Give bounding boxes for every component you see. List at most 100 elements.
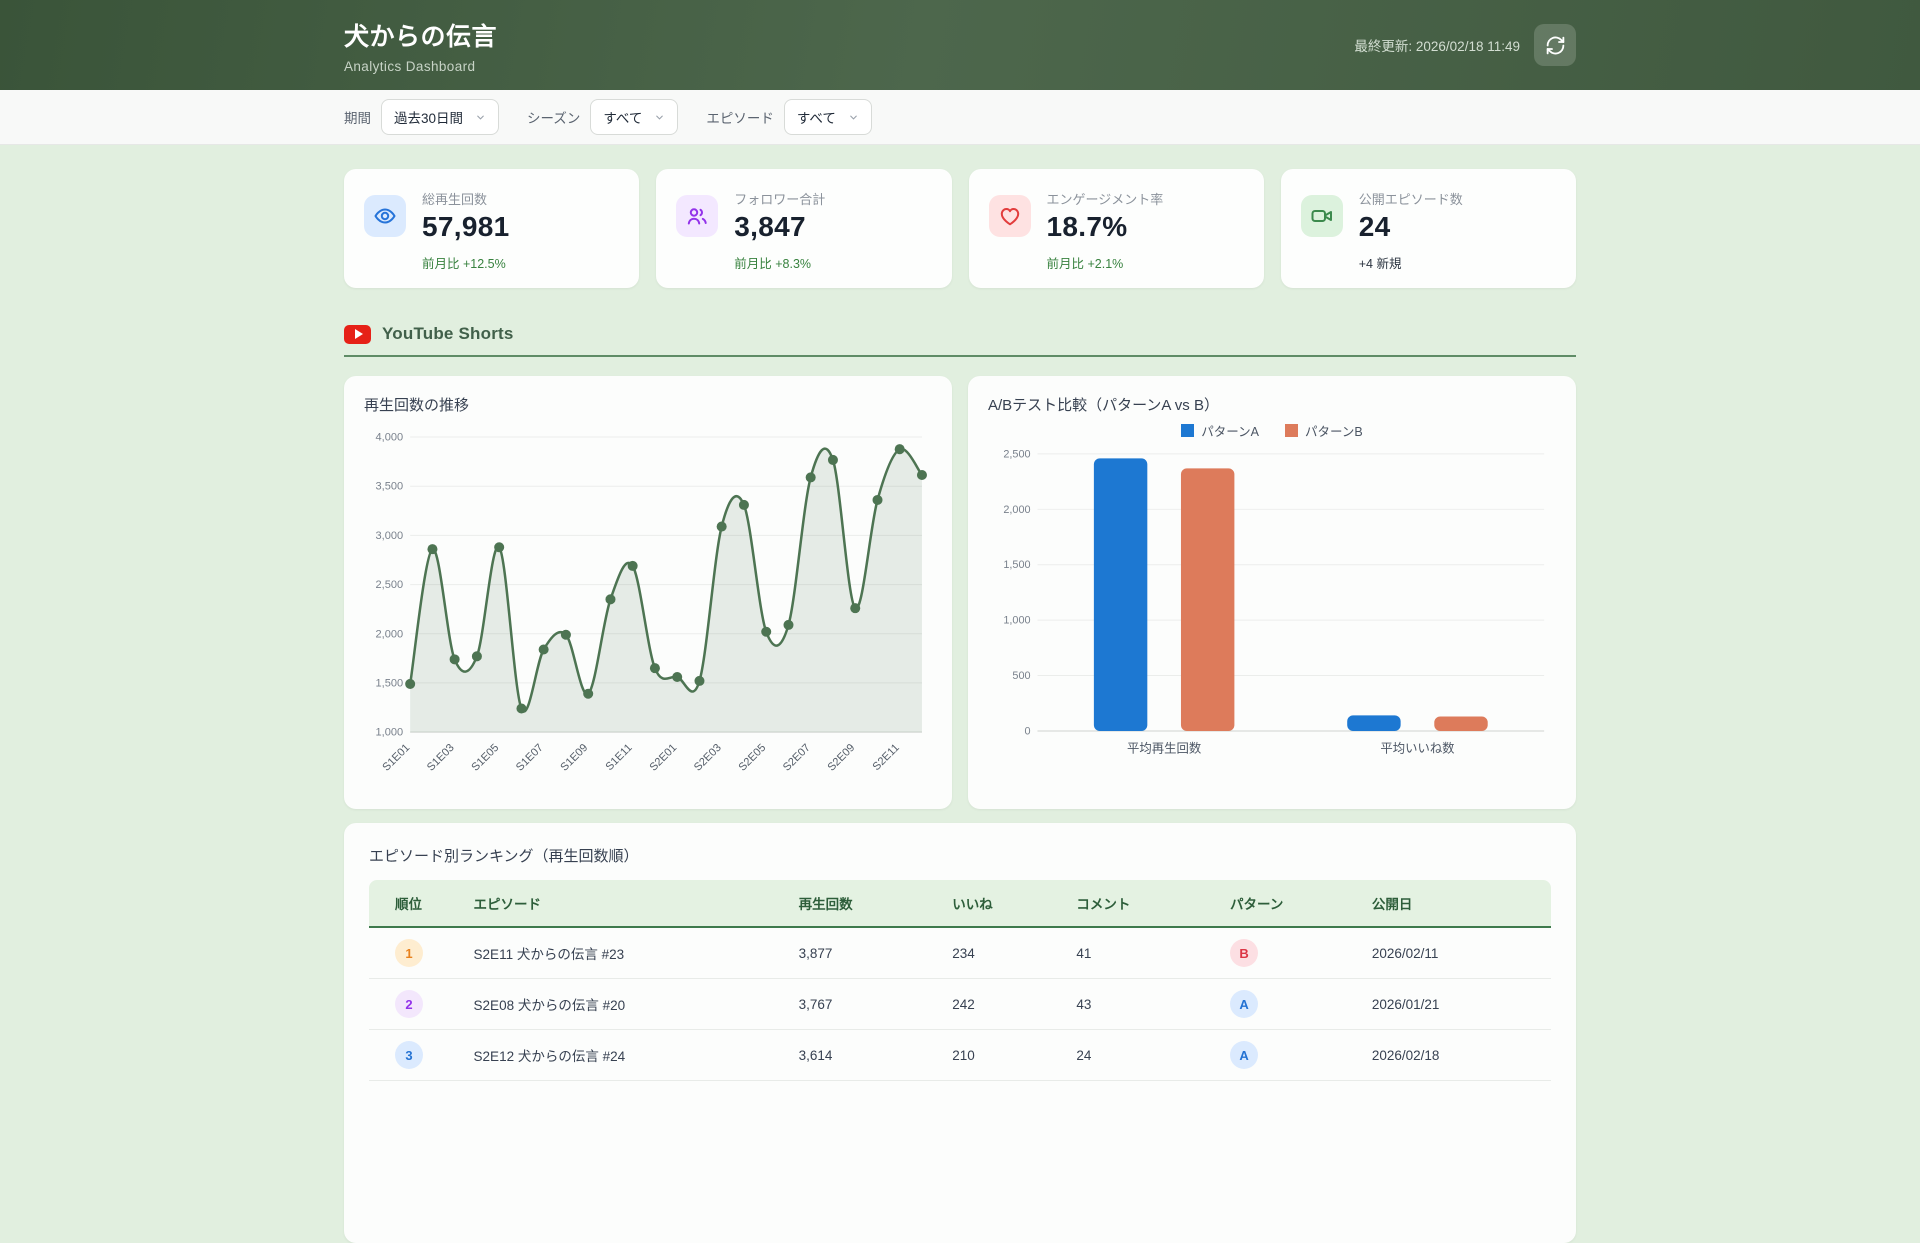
svg-text:平均いいね数: 平均いいね数 — [1380, 741, 1454, 756]
svg-text:1,500: 1,500 — [376, 677, 404, 689]
refresh-button[interactable] — [1534, 24, 1576, 66]
svg-text:S2E05: S2E05 — [736, 742, 768, 774]
column-header: 公開日 — [1361, 880, 1551, 928]
rank-badge: 2 — [395, 990, 423, 1018]
date-cell: 2026/02/18 — [1361, 1029, 1551, 1081]
page-title: 犬からの伝言 — [344, 22, 498, 51]
svg-text:0: 0 — [1024, 725, 1030, 737]
stat-value: 18.7% — [1046, 211, 1128, 242]
svg-text:S1E03: S1E03 — [425, 742, 457, 774]
column-header: 再生回数 — [788, 880, 943, 928]
episode-cell: S2E12 犬からの伝言 #24 — [463, 1029, 789, 1081]
stat-value: 24 — [1358, 211, 1391, 242]
season-label: シーズン — [527, 111, 581, 126]
comments-cell: 43 — [1066, 978, 1221, 1030]
filter-bar: 期間 過去30日間 シーズン すべて エピソード すべて — [0, 90, 1920, 145]
period-select[interactable]: 過去30日間 — [381, 99, 500, 135]
stat-delta: 前月比 +8.3% — [734, 257, 812, 271]
stat-value: 57,981 — [422, 211, 510, 242]
table-row: 1 S2E11 犬からの伝言 #23 3,877 234 41 B 2026/0… — [369, 927, 1551, 979]
episode-label: エピソード — [706, 111, 774, 126]
svg-text:4,000: 4,000 — [376, 432, 404, 444]
likes-cell: 234 — [942, 927, 1067, 979]
svg-text:500: 500 — [1012, 670, 1030, 682]
filter-group-period: 期間 過去30日間 — [344, 99, 500, 135]
pattern-badge: A — [1230, 990, 1259, 1018]
rank-badge: 3 — [395, 1041, 423, 1069]
stat-label: エンゲージメント率 — [1046, 192, 1164, 207]
header-titles: 犬からの伝言 Analytics Dashboard — [344, 17, 497, 74]
stat-delta: 前月比 +12.5% — [422, 257, 506, 271]
svg-text:S2E03: S2E03 — [692, 742, 724, 774]
heart-icon — [988, 195, 1031, 237]
svg-text:S2E09: S2E09 — [825, 742, 857, 774]
ab-test-bar-chart: 0 500 1,000 1,500 2,000 2,500 平均再生回数 平均いいね数 — [1003, 448, 1545, 756]
stat-label: 総再生回数 — [422, 192, 488, 207]
chevron-down-icon — [850, 115, 857, 120]
svg-text:1,500: 1,500 — [1003, 559, 1030, 571]
stat-card: エンゲージメント率 18.7% 前月比 +2.1% — [968, 169, 1264, 288]
chevron-down-icon — [477, 115, 484, 120]
column-header: エピソード — [463, 880, 789, 928]
bar-chart-title: A/Bテスト比較（パターンA vs B） — [988, 397, 1219, 414]
episode-cell: S2E08 犬からの伝言 #20 — [463, 978, 789, 1030]
svg-text:S1E11: S1E11 — [603, 742, 634, 773]
ranking-table: 順位 エピソード 再生回数 いいね コメント パターン 公開日 1 S2E11 犬からの伝言… — [369, 880, 1551, 1081]
stat-card: 公開エピソード数 24 +4 新規 — [1280, 169, 1576, 288]
pattern-badge: A — [1230, 1041, 1259, 1069]
table-row: 2 S2E08 犬からの伝言 #20 3,767 242 43 A 2026/0… — [369, 978, 1551, 1030]
season-select[interactable]: すべて — [590, 99, 679, 135]
svg-text:2,500: 2,500 — [1003, 448, 1030, 460]
plays-cell: 3,767 — [788, 978, 943, 1030]
section-title: YouTube Shorts — [382, 324, 514, 343]
page-subtitle: Analytics Dashboard — [344, 58, 476, 74]
svg-text:2,500: 2,500 — [376, 579, 404, 591]
followers-icon — [676, 195, 719, 237]
views-trend-line-chart: 1,000 1,500 2,000 2,500 3,000 3,500 4,000 S1E01… — [376, 432, 927, 774]
episode-cell: S2E11 犬からの伝言 #23 — [463, 927, 789, 979]
period-select-value: 過去30日間 — [394, 111, 464, 126]
refresh-icon — [1546, 36, 1564, 54]
svg-text:S1E05: S1E05 — [469, 742, 501, 774]
svg-text:S1E07: S1E07 — [514, 742, 546, 774]
filter-group-episode: エピソード すべて — [706, 99, 872, 135]
episode-select[interactable]: すべて — [783, 99, 872, 135]
svg-text:1,000: 1,000 — [376, 727, 404, 739]
legend-swatch — [1285, 424, 1298, 437]
rank-badge: 1 — [395, 939, 423, 967]
section-header: YouTube Shorts — [344, 324, 1576, 344]
date-cell: 2026/01/21 — [1361, 978, 1551, 1030]
bar-chart-panel: A/Bテスト比較（パターンA vs B） パターンA パターンB 0 500 1,00… — [968, 376, 1576, 809]
period-label: 期間 — [344, 111, 371, 126]
ranking-title: エピソード別ランキング（再生回数順） — [369, 848, 639, 865]
column-header: 順位 — [369, 880, 464, 928]
line-chart-title: 再生回数の推移 — [364, 397, 470, 414]
stat-delta: +4 新規 — [1358, 257, 1402, 271]
likes-cell: 242 — [942, 978, 1067, 1030]
comments-cell: 24 — [1066, 1029, 1221, 1081]
svg-text:3,000: 3,000 — [376, 530, 404, 542]
column-header: いいね — [942, 880, 1067, 928]
svg-text:S1E09: S1E09 — [558, 742, 590, 774]
svg-text:1,000: 1,000 — [1003, 615, 1030, 627]
plays-cell: 3,877 — [788, 927, 943, 979]
svg-text:S2E11: S2E11 — [871, 742, 902, 773]
line-chart-panel: 再生回数の推移 1,000 1,500 2,000 2,500 3,000 3,500 4,… — [344, 376, 952, 809]
svg-text:S1E01: S1E01 — [380, 742, 412, 774]
season-select-value: すべて — [603, 111, 643, 126]
legend-item: パターンB — [1285, 421, 1363, 440]
stat-value: 3,847 — [734, 211, 806, 242]
comments-cell: 41 — [1066, 927, 1221, 979]
stat-label: フォロワー合計 — [734, 192, 826, 207]
table-row: 3 S2E12 犬からの伝言 #24 3,614 210 24 A 2026/0… — [369, 1029, 1551, 1081]
ranking-panel: エピソード別ランキング（再生回数順） 順位 エピソード 再生回数 いいね コメント パター… — [344, 823, 1576, 1243]
column-header: コメント — [1066, 880, 1221, 928]
stat-card: フォロワー合計 3,847 前月比 +8.3% — [656, 169, 952, 288]
video-camera-icon — [1300, 195, 1343, 237]
svg-text:3,500: 3,500 — [376, 481, 404, 493]
youtube-icon — [344, 324, 371, 344]
pattern-badge: B — [1230, 939, 1259, 967]
stat-card: 総再生回数 57,981 前月比 +12.5% — [344, 169, 640, 288]
svg-text:S2E07: S2E07 — [781, 742, 813, 774]
likes-cell: 210 — [942, 1029, 1067, 1081]
